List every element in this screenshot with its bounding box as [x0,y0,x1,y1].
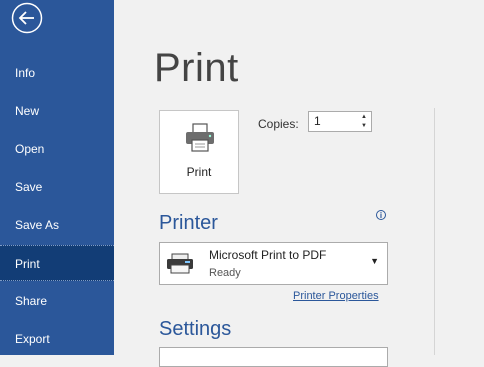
nav-new[interactable]: New [0,93,114,129]
nav-export[interactable]: Export [0,321,114,357]
print-button-label: Print [186,165,212,179]
printer-name: Microsoft Print to PDF [209,248,327,262]
nav-save-as[interactable]: Save As [0,207,114,243]
info-icon[interactable]: i [376,210,386,220]
copies-value: 1 [314,114,321,128]
settings-dropdown[interactable] [159,347,388,367]
copies-label: Copies: [258,117,299,131]
print-panel: Print Print Copies: 1 ▲ ▼ Printer i Micr… [114,0,484,367]
printer-heading: Printer [159,212,218,234]
print-button[interactable]: Print [159,110,239,194]
page-title: Print [154,46,239,90]
nav-save[interactable]: Save [0,169,114,205]
back-arrow-icon [11,2,43,34]
pdf-printer-icon [167,253,193,274]
back-button[interactable] [11,2,43,34]
nav-print[interactable]: Print [0,245,114,281]
nav-info[interactable]: Info [0,55,114,91]
copies-decrement-button[interactable]: ▼ [359,122,369,131]
chevron-down-icon: ▼ [370,256,379,266]
settings-heading: Settings [159,318,232,340]
printer-status: Ready [209,267,241,279]
printer-properties-link[interactable]: Printer Properties [293,290,379,302]
printer-dropdown[interactable]: Microsoft Print to PDF Ready ▼ [159,242,388,285]
preview-divider [434,108,435,355]
nav-open[interactable]: Open [0,131,114,167]
backstage-sidebar: Info New Open Save Save As Print Share E… [0,0,114,355]
copies-increment-button[interactable]: ▲ [359,113,369,122]
copies-stepper[interactable]: 1 ▲ ▼ [308,111,372,132]
printer-icon [186,123,214,152]
nav-share[interactable]: Share [0,283,114,319]
